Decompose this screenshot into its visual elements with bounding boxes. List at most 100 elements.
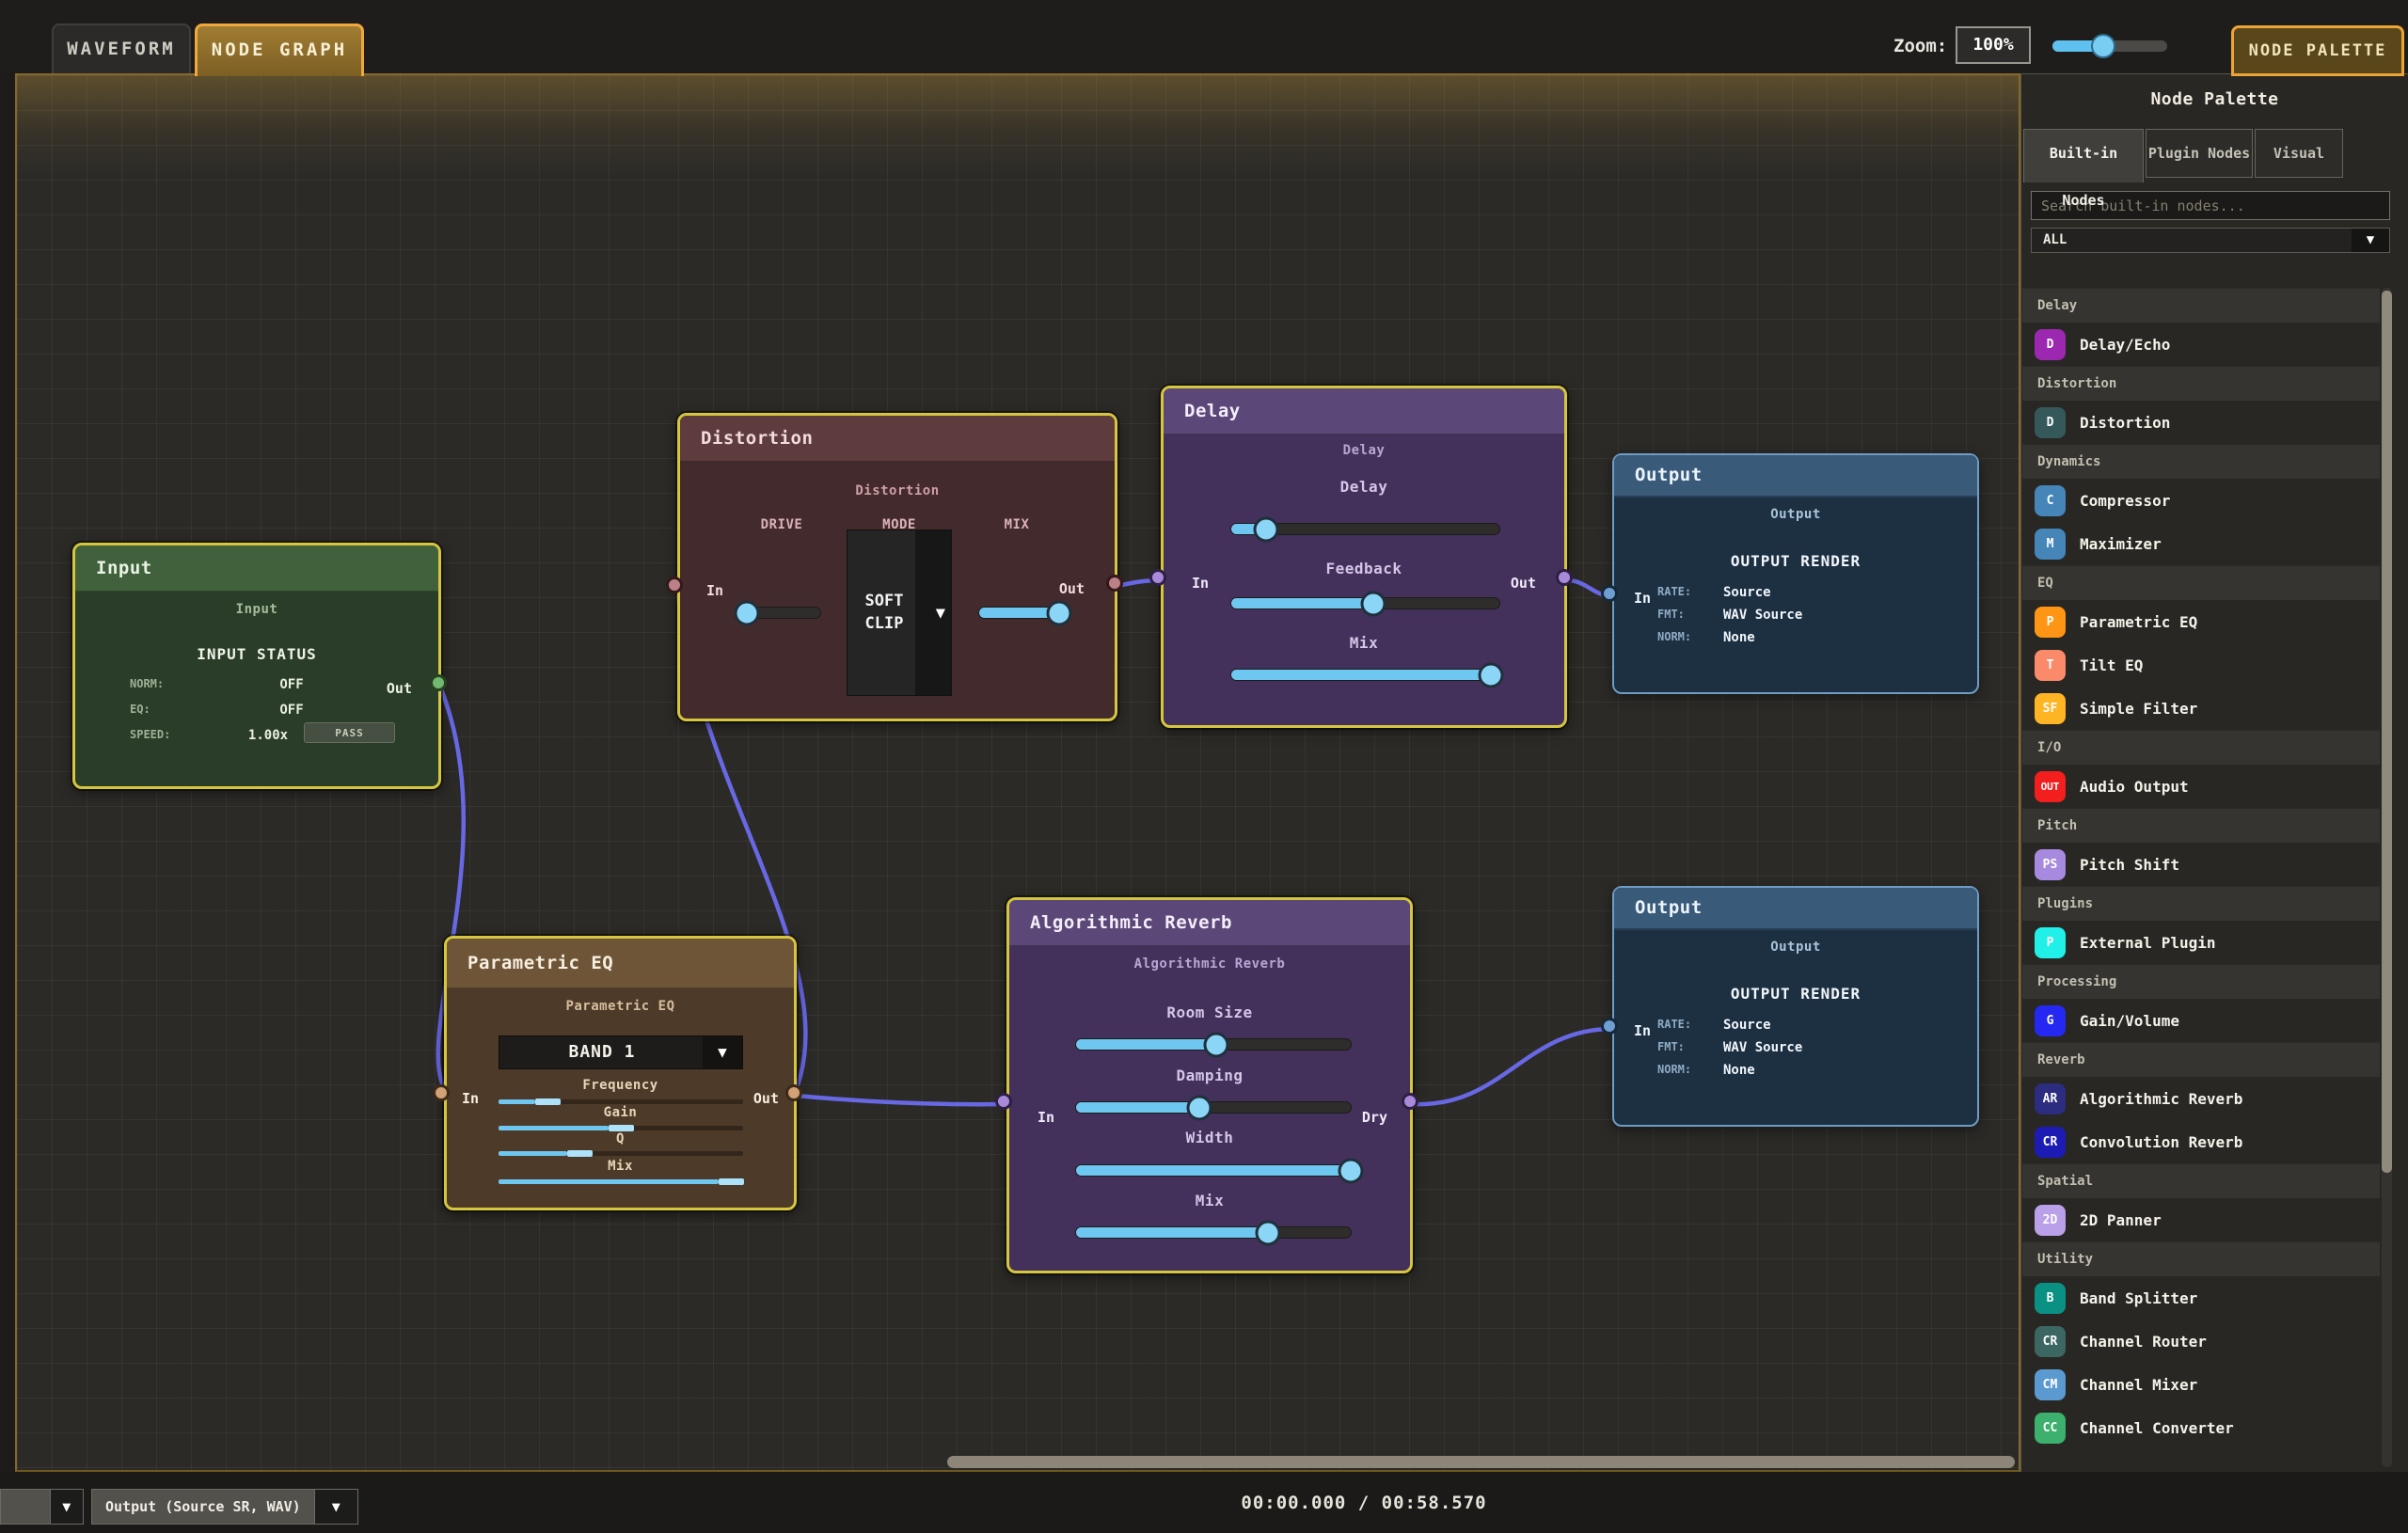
mix-slider-thumb[interactable] bbox=[1047, 600, 1072, 625]
zoom-slider-thumb[interactable] bbox=[2091, 34, 2115, 58]
drive-slider[interactable] bbox=[744, 607, 821, 619]
drive-slider-thumb[interactable] bbox=[735, 600, 760, 625]
damping-slider[interactable] bbox=[1075, 1101, 1352, 1114]
palette-item[interactable]: CRChannel Router bbox=[2022, 1320, 2380, 1363]
node-output-2[interactable]: Output Output OUTPUT RENDER RATE: Source… bbox=[1612, 886, 1979, 1127]
port-reverb-dry[interactable] bbox=[1402, 1093, 1418, 1110]
canvas-horizontal-scrollbar[interactable] bbox=[947, 1456, 2015, 1468]
node-parametric-eq[interactable]: Parametric EQ Parametric EQ BAND 1 ▼ Fre… bbox=[444, 936, 797, 1210]
peq-mix-slider[interactable] bbox=[499, 1179, 743, 1184]
port-input-out[interactable] bbox=[430, 674, 447, 691]
reverb-mix-thumb[interactable] bbox=[1256, 1220, 1281, 1245]
palette-item[interactable]: PExternal Plugin bbox=[2022, 921, 2380, 964]
tab-waveform[interactable]: WAVEFORM bbox=[52, 24, 191, 73]
peq-mix-thumb[interactable] bbox=[719, 1178, 744, 1185]
mode-dropdown-arrow-area[interactable] bbox=[915, 530, 951, 695]
chevron-down-icon[interactable]: ▼ bbox=[2352, 229, 2389, 252]
width-thumb[interactable] bbox=[1339, 1158, 1364, 1183]
palette-item[interactable]: CRConvolution Reverb bbox=[2022, 1120, 2380, 1163]
palette-item[interactable]: GGain/Volume bbox=[2022, 999, 2380, 1042]
port-peq-in[interactable] bbox=[433, 1084, 450, 1101]
frequency-slider[interactable] bbox=[499, 1099, 743, 1104]
palette-item[interactable]: SFSimple Filter bbox=[2022, 687, 2380, 730]
width-slider[interactable] bbox=[1075, 1164, 1352, 1177]
palette-tab-visual[interactable]: Visual bbox=[2255, 129, 2343, 178]
mode-dropdown[interactable]: SOFT CLIP ▼ bbox=[847, 529, 952, 696]
delay-mix-slider-label: Mix bbox=[1164, 634, 1564, 652]
output-format-combo[interactable]: Output (Source SR, WAV) ▼ bbox=[91, 1489, 358, 1525]
room-size-slider[interactable] bbox=[1075, 1038, 1352, 1051]
port-delay-out[interactable] bbox=[1556, 569, 1573, 586]
delay-time-thumb[interactable] bbox=[1254, 516, 1279, 542]
node-reverb-header[interactable]: Algorithmic Reverb bbox=[1009, 900, 1410, 947]
palette-item[interactable]: ARAlgorithmic Reverb bbox=[2022, 1077, 2380, 1120]
port-distortion-in[interactable] bbox=[666, 577, 683, 593]
damping-thumb[interactable] bbox=[1187, 1095, 1212, 1120]
mode-combo[interactable]: ▼ bbox=[0, 1489, 84, 1525]
node-distortion-header[interactable]: Distortion bbox=[680, 416, 1115, 463]
node-algorithmic-reverb[interactable]: Algorithmic Reverb Algorithmic Reverb Ro… bbox=[1006, 897, 1413, 1273]
zoom-slider[interactable] bbox=[2052, 40, 2167, 52]
palette-item[interactable]: OUTAudio Output bbox=[2022, 765, 2380, 808]
chevron-down-icon[interactable]: ▼ bbox=[703, 1036, 742, 1068]
output1-norm-value: None bbox=[1723, 630, 1755, 645]
palette-scrollbar-thumb[interactable] bbox=[2382, 291, 2392, 1173]
chevron-down-icon[interactable]: ▼ bbox=[314, 1490, 357, 1524]
node-graph-canvas[interactable]: Input Input INPUT STATUS NORM: OFF EQ: O… bbox=[15, 73, 2020, 1472]
feedback-slider[interactable] bbox=[1230, 597, 1500, 609]
palette-item[interactable]: PSPitch Shift bbox=[2022, 843, 2380, 886]
band-select-dropdown[interactable]: BAND 1 ▼ bbox=[499, 1035, 743, 1069]
palette-item[interactable]: DDelay/Echo bbox=[2022, 323, 2380, 366]
top-bar: WAVEFORM NODE GRAPH Zoom: 100% NODE PALE… bbox=[0, 0, 2408, 73]
palette-item[interactable]: CCChannel Converter bbox=[2022, 1406, 2380, 1449]
palette-item[interactable]: CCompressor bbox=[2022, 479, 2380, 522]
zoom-value[interactable]: 100% bbox=[1956, 26, 2031, 64]
delay-mix-slider[interactable] bbox=[1230, 669, 1500, 681]
palette-filter-dropdown[interactable]: ALL ▼ bbox=[2031, 228, 2390, 253]
palette-tab-plugin-nodes[interactable]: Plugin Nodes bbox=[2146, 129, 2253, 178]
node-peq-header[interactable]: Parametric EQ bbox=[447, 939, 794, 989]
node-input[interactable]: Input Input INPUT STATUS NORM: OFF EQ: O… bbox=[72, 543, 441, 789]
gain-thumb[interactable] bbox=[609, 1125, 634, 1131]
node-delay-header[interactable]: Delay bbox=[1164, 388, 1564, 435]
port-reverb-in[interactable] bbox=[995, 1093, 1012, 1110]
port-distortion-out[interactable] bbox=[1106, 575, 1123, 592]
node-output-1[interactable]: Output Output OUTPUT RENDER RATE: Source… bbox=[1612, 453, 1979, 694]
palette-tab-built-in-nodes[interactable]: Built-in Nodes bbox=[2023, 129, 2144, 182]
port-peq-out[interactable] bbox=[785, 1084, 802, 1101]
port-output2-in[interactable] bbox=[1601, 1018, 1618, 1035]
q-thumb[interactable] bbox=[567, 1150, 593, 1157]
chevron-down-icon[interactable]: ▼ bbox=[50, 1490, 83, 1524]
delay-mix-thumb[interactable] bbox=[1479, 662, 1504, 687]
node-output1-header[interactable]: Output bbox=[1614, 455, 1977, 498]
gain-slider[interactable] bbox=[499, 1126, 743, 1130]
palette-item[interactable]: 2D2D Panner bbox=[2022, 1198, 2380, 1241]
room-size-thumb[interactable] bbox=[1203, 1032, 1228, 1057]
mix-slider[interactable] bbox=[978, 607, 1063, 619]
palette-item[interactable]: DDistortion bbox=[2022, 401, 2380, 444]
delay-time-slider[interactable] bbox=[1230, 523, 1500, 535]
palette-item[interactable]: BBand Splitter bbox=[2022, 1276, 2380, 1320]
tab-node-graph[interactable]: NODE GRAPH bbox=[195, 24, 364, 76]
peq-in-port-label: In bbox=[462, 1090, 479, 1107]
palette-item[interactable]: PParametric EQ bbox=[2022, 600, 2380, 643]
palette-section-header: Spatial bbox=[2022, 1163, 2380, 1198]
palette-item[interactable]: CMChannel Mixer bbox=[2022, 1363, 2380, 1406]
palette-section-header: Processing bbox=[2022, 964, 2380, 999]
node-distortion[interactable]: Distortion Distortion DRIVE MODE MIX SOF… bbox=[677, 413, 1117, 721]
q-slider[interactable] bbox=[499, 1151, 743, 1156]
palette-item[interactable]: TTilt EQ bbox=[2022, 643, 2380, 687]
node-output2-header[interactable]: Output bbox=[1614, 888, 1977, 930]
node-palette-button[interactable]: NODE PALETTE bbox=[2231, 25, 2404, 76]
reverb-mix-slider[interactable] bbox=[1075, 1226, 1352, 1239]
frequency-thumb[interactable] bbox=[535, 1098, 561, 1105]
node-delay[interactable]: Delay Delay Delay Feedback Mix In Out bbox=[1161, 386, 1567, 728]
pass-button[interactable]: PASS bbox=[304, 722, 395, 743]
feedback-thumb[interactable] bbox=[1361, 591, 1386, 616]
palette-item[interactable]: MMaximizer bbox=[2022, 522, 2380, 565]
palette-item-label: Convolution Reverb bbox=[2080, 1133, 2242, 1151]
node-input-header[interactable]: Input bbox=[75, 545, 438, 593]
port-output1-in[interactable] bbox=[1601, 585, 1618, 602]
output2-fmt-label: FMT: bbox=[1657, 1040, 1685, 1053]
port-delay-in[interactable] bbox=[1149, 569, 1166, 586]
